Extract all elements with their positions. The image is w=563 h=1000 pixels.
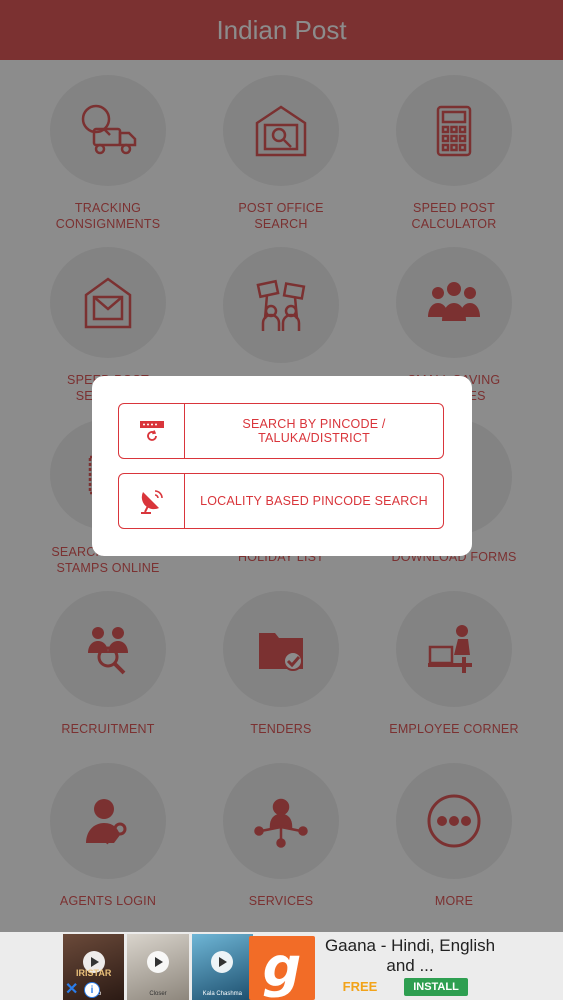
ad-thumbnail-caption: Kala Chashma <box>202 991 242 997</box>
ad-info-icon[interactable]: i <box>84 982 100 998</box>
ad-price-label: FREE <box>342 979 378 994</box>
ad-close-icon[interactable]: ✕ <box>65 982 78 998</box>
ad-title[interactable]: Gaana - Hindi, English and ... <box>322 936 498 976</box>
locality-pincode-search-button[interactable]: LOCALITY BASED PINCODE SEARCH <box>118 473 444 529</box>
ad-thumbnail-caption: Closer <box>149 991 167 997</box>
locality-pincode-search-label: LOCALITY BASED PINCODE SEARCH <box>200 494 428 508</box>
gaana-logo[interactable]: g <box>249 936 315 1000</box>
search-by-pincode-button[interactable]: SEARCH BY PINCODE / TALUKA/DISTRICT <box>118 403 444 459</box>
ad-thumbnail[interactable]: Closer <box>127 934 189 1000</box>
ad-install-button[interactable]: INSTALL <box>404 978 468 996</box>
play-icon <box>211 950 234 973</box>
search-by-pincode-label: SEARCH BY PINCODE / TALUKA/DISTRICT <box>242 417 386 445</box>
satellite-dish-icon <box>140 490 163 514</box>
ad-thumbnail[interactable]: Kala Chashma <box>191 934 253 1000</box>
pincode-search-dialog: SEARCH BY PINCODE / TALUKA/DISTRICT LOCA… <box>92 376 472 556</box>
play-icon <box>146 950 169 973</box>
gaana-logo-letter: g <box>262 936 302 999</box>
pincode-refresh-icon <box>139 421 164 441</box>
ad-thumbnail-text: IRISTAR <box>75 968 112 978</box>
